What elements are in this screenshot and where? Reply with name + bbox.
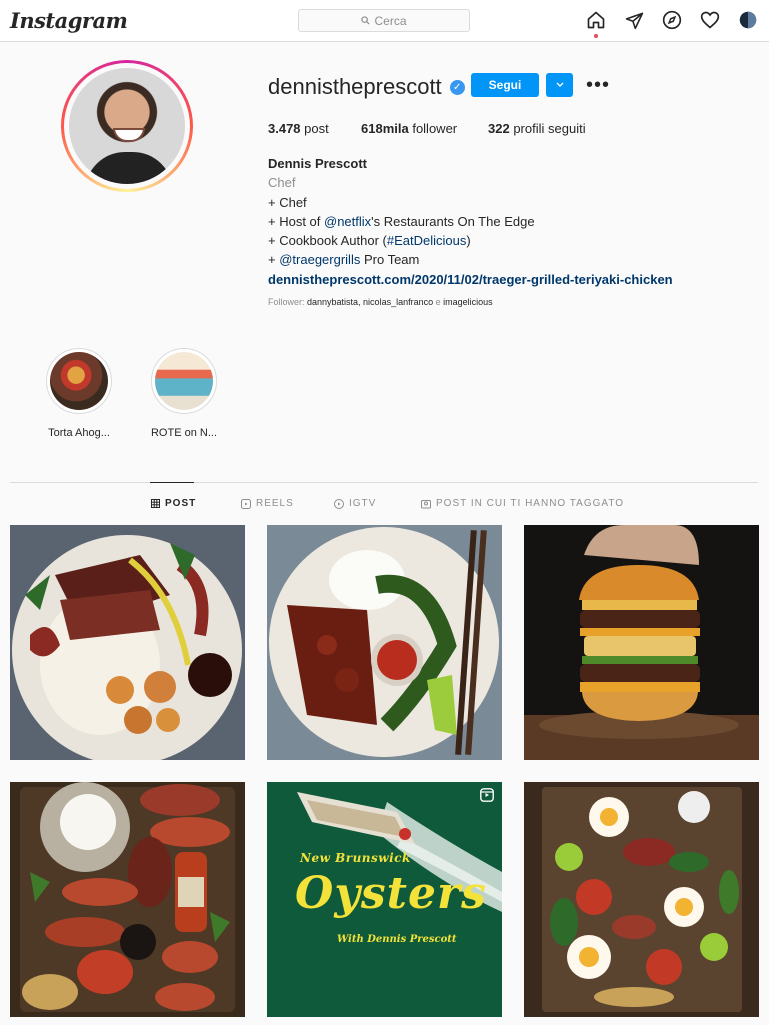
tagged-icon: [421, 499, 431, 508]
full-name: Dennis Prescott: [268, 156, 367, 171]
profile-picture[interactable]: [61, 60, 193, 192]
profile-avatar[interactable]: [737, 9, 759, 31]
search-icon: [361, 14, 370, 28]
tab-reels[interactable]: REELS: [241, 498, 294, 509]
highlight-label: ROTE on N...: [150, 427, 218, 439]
top-navigation-bar: Instagram Cerca: [0, 0, 769, 42]
explore-icon[interactable]: [661, 9, 683, 31]
notification-dot: [594, 34, 598, 38]
suggested-accounts-button[interactable]: [546, 73, 573, 97]
netflix-mention-link[interactable]: @netflix: [324, 214, 371, 229]
igtv-icon: [334, 498, 344, 509]
posts-stat: 3.478 post: [268, 121, 329, 136]
reels-icon: [241, 498, 251, 509]
tabs-divider: [10, 482, 758, 483]
search-input[interactable]: Cerca: [298, 9, 470, 32]
highlight-cover: [155, 352, 213, 410]
direct-icon[interactable]: [623, 9, 645, 31]
home-icon[interactable]: [585, 9, 607, 38]
username: dennistheprescott: [268, 74, 442, 99]
post-thumbnail[interactable]: New Brunswick Oysters With Dennis Presco…: [267, 782, 502, 1017]
post-thumbnail[interactable]: [10, 525, 245, 760]
post-thumbnail[interactable]: [10, 782, 245, 1017]
following-stat[interactable]: 322 profili seguiti: [488, 121, 586, 136]
highlight-item[interactable]: Torta Ahog...: [43, 348, 115, 439]
tab-posts[interactable]: POST: [151, 498, 196, 509]
chevron-down-icon: [556, 82, 563, 87]
highlight-label: Torta Ahog...: [48, 427, 110, 439]
follow-button[interactable]: Segui: [471, 73, 539, 97]
tab-tagged[interactable]: POST IN CUI TI HANNO TAGGATO: [421, 498, 624, 509]
post-overlay-caption: With Dennis Prescott: [337, 934, 457, 945]
hashtag-link[interactable]: #EatDelicious: [387, 233, 467, 248]
post-thumbnail[interactable]: [524, 782, 759, 1017]
followed-by[interactable]: Follower: dannybatista, nicolas_lanfranc…: [268, 297, 493, 307]
bio-line: + Host of @netflix's Restaurants On The …: [268, 213, 535, 229]
followers-stat[interactable]: 618mila follower: [361, 121, 488, 136]
category-label: Chef: [268, 175, 296, 191]
post-thumbnail[interactable]: [267, 525, 502, 760]
profile-bio: Dennis Prescott Chef + Chef + Host of @n…: [268, 154, 673, 289]
verified-badge-icon: ✓: [449, 79, 465, 95]
profile-stats: 3.478 post 618mila follower 322 profili …: [268, 121, 586, 136]
post-overlay-subtitle: New Brunswick: [300, 851, 411, 865]
profile-header: dennistheprescott ✓: [268, 74, 465, 100]
activity-icon[interactable]: [699, 9, 721, 31]
traeger-mention-link[interactable]: @traegergrills: [279, 252, 360, 267]
bio-line: + @traegergrills Pro Team: [268, 252, 420, 268]
highlight-cover: [50, 352, 108, 410]
highlight-item[interactable]: ROTE on N...: [148, 348, 220, 439]
profile-tabs: POST REELS IGTV POST IN CUI TI HANNO TAG…: [0, 498, 769, 512]
profile-photo: [69, 68, 185, 184]
bio-line: + Chef: [268, 194, 307, 210]
grid-icon: [151, 499, 160, 508]
instagram-logo[interactable]: Instagram: [10, 8, 128, 33]
reels-badge-icon: [480, 788, 494, 807]
post-overlay-title: Oysters: [295, 868, 487, 919]
post-thumbnail[interactable]: [524, 525, 759, 760]
bio-line: + Cookbook Author (#EatDelicious): [268, 233, 471, 249]
search-placeholder: Cerca: [374, 13, 407, 28]
active-tab-indicator: [150, 482, 194, 483]
tab-igtv[interactable]: IGTV: [334, 498, 376, 509]
website-link[interactable]: dennistheprescott.com/2020/11/02/traeger…: [268, 270, 673, 289]
more-options-icon[interactable]: •••: [586, 74, 610, 97]
